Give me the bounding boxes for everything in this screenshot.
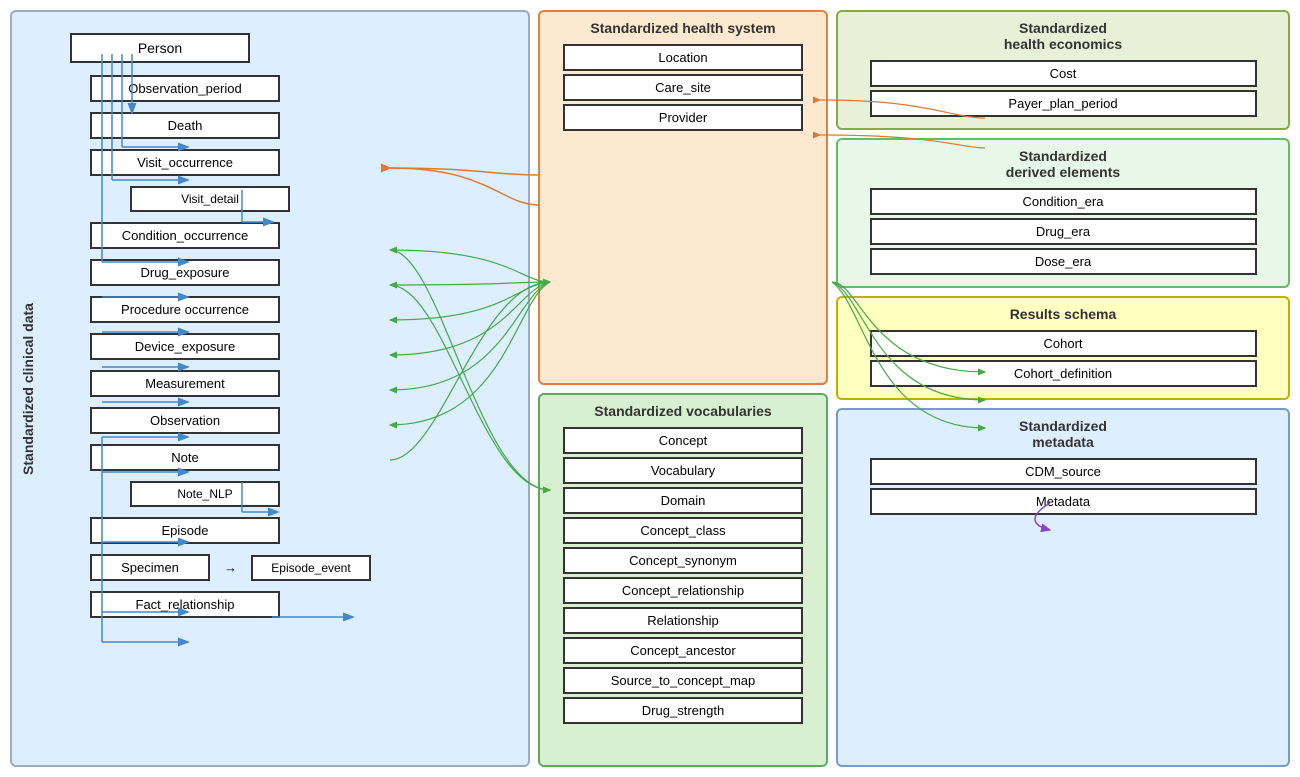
care-site-entity: Care_site (563, 74, 802, 101)
episode-row: Episode (90, 514, 513, 547)
concept-entity: Concept (563, 427, 802, 454)
vocabulary-entity: Vocabulary (563, 457, 802, 484)
note-entity: Note (90, 444, 280, 471)
note-row: Note (90, 441, 513, 474)
clinical-panel-label: Standardized clinical data (18, 12, 38, 765)
person-row: Person (70, 30, 513, 66)
fact-rel-entity: Fact_relationship (90, 591, 280, 618)
results-title: Results schema (848, 306, 1278, 322)
relationship-entity: Relationship (563, 607, 802, 634)
fact-rel-row: Fact_relationship (90, 588, 513, 621)
concept-class-entity: Concept_class (563, 517, 802, 544)
cdm-source-entity: CDM_source (870, 458, 1257, 485)
person-entity: Person (70, 33, 250, 63)
concept-ancestor-entity: Concept_ancestor (563, 637, 802, 664)
location-entity: Location (563, 44, 802, 71)
metadata-title: Standardizedmetadata (848, 418, 1278, 450)
device-exp-row: Device_exposure (90, 330, 513, 363)
episode-entity: Episode (90, 517, 280, 544)
concept-relationship-entity: Concept_relationship (563, 577, 802, 604)
condition-era-entity: Condition_era (870, 188, 1257, 215)
drug-strength-entity: Drug_strength (563, 697, 802, 724)
visit-occ-entity: Visit_occurrence (90, 149, 280, 176)
dose-era-entity: Dose_era (870, 248, 1257, 275)
drug-exp-entity: Drug_exposure (90, 259, 280, 286)
cohort-def-entity: Cohort_definition (870, 360, 1257, 387)
obs-period-row: Observation_period (90, 72, 513, 105)
health-system-title: Standardized health system (550, 20, 816, 36)
measurement-entity: Measurement (90, 370, 280, 397)
metadata-section: Standardizedmetadata CDM_source Metadata (836, 408, 1290, 767)
note-nlp-entity: Note_NLP (130, 481, 280, 507)
health-econ-section: Standardizedhealth economics Cost Payer_… (836, 10, 1290, 130)
derived-title: Standardizedderived elements (848, 148, 1278, 180)
proc-occ-row: Procedure occurrence (90, 293, 513, 326)
clinical-data-panel: Standardized clinical data (10, 10, 530, 767)
payer-plan-entity: Payer_plan_period (870, 90, 1257, 117)
visit-detail-entity: Visit_detail (130, 186, 290, 212)
health-econ-title: Standardizedhealth economics (848, 20, 1278, 52)
death-row: Death (90, 109, 513, 142)
death-entity: Death (90, 112, 280, 139)
observation-entity: Observation (90, 407, 280, 434)
right-panel: Standardizedhealth economics Cost Payer_… (836, 10, 1290, 767)
device-exp-entity: Device_exposure (90, 333, 280, 360)
episode-event-entity: Episode_event (251, 555, 371, 581)
cost-entity: Cost (870, 60, 1257, 87)
specimen-row: Specimen → Episode_event (90, 551, 513, 584)
vocabularies-title: Standardized vocabularies (550, 403, 816, 419)
note-nlp-row: Note_NLP (130, 478, 513, 510)
cond-occ-row: Condition_occurrence (90, 219, 513, 252)
measurement-row: Measurement (90, 367, 513, 400)
metadata-entity: Metadata (870, 488, 1257, 515)
visit-occ-row: Visit_occurrence (90, 146, 513, 179)
derived-section: Standardizedderived elements Condition_e… (836, 138, 1290, 288)
provider-entity: Provider (563, 104, 802, 131)
drug-exp-row: Drug_exposure (90, 256, 513, 289)
results-section: Results schema Cohort Cohort_definition (836, 296, 1290, 400)
middle-panel: Standardized health system Location Care… (538, 10, 828, 767)
source-concept-map-entity: Source_to_concept_map (563, 667, 802, 694)
health-system-section: Standardized health system Location Care… (538, 10, 828, 385)
visit-detail-row: Visit_detail (130, 183, 513, 215)
concept-synonym-entity: Concept_synonym (563, 547, 802, 574)
observation-row: Observation (90, 404, 513, 437)
vocabularies-section: Standardized vocabularies Concept Vocabu… (538, 393, 828, 768)
domain-entity: Domain (563, 487, 802, 514)
obs-period-entity: Observation_period (90, 75, 280, 102)
cohort-entity: Cohort (870, 330, 1257, 357)
cond-occ-entity: Condition_occurrence (90, 222, 280, 249)
specimen-entity: Specimen (90, 554, 210, 581)
drug-era-entity: Drug_era (870, 218, 1257, 245)
proc-occ-entity: Procedure occurrence (90, 296, 280, 323)
